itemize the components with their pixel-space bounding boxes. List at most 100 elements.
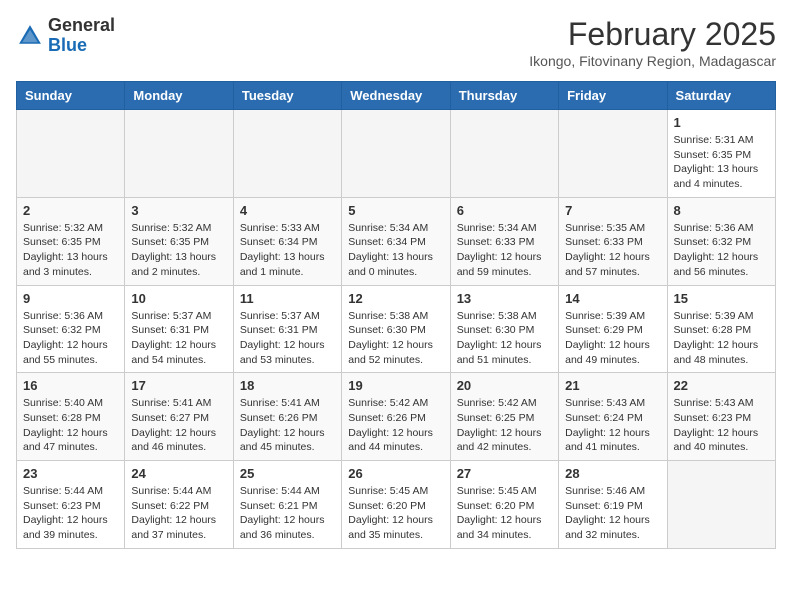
day-number: 19: [348, 378, 443, 393]
day-info: Sunrise: 5:39 AM Sunset: 6:28 PM Dayligh…: [674, 309, 769, 368]
day-number: 4: [240, 203, 335, 218]
day-number: 5: [348, 203, 443, 218]
day-number: 23: [23, 466, 118, 481]
day-info: Sunrise: 5:46 AM Sunset: 6:19 PM Dayligh…: [565, 484, 660, 543]
calendar-table: SundayMondayTuesdayWednesdayThursdayFrid…: [16, 81, 776, 549]
calendar-cell: 23 Sunrise: 5:44 AM Sunset: 6:23 PM Dayli…: [17, 461, 125, 549]
day-info: Sunrise: 5:42 AM Sunset: 6:25 PM Dayligh…: [457, 396, 552, 455]
calendar-cell: 25 Sunrise: 5:44 AM Sunset: 6:21 PM Dayli…: [233, 461, 341, 549]
weekday-header-saturday: Saturday: [667, 82, 775, 110]
calendar-cell: 9 Sunrise: 5:36 AM Sunset: 6:32 PM Daylig…: [17, 285, 125, 373]
day-number: 7: [565, 203, 660, 218]
weekday-header-wednesday: Wednesday: [342, 82, 450, 110]
week-row-1: 1 Sunrise: 5:31 AM Sunset: 6:35 PM Daylig…: [17, 110, 776, 198]
day-number: 11: [240, 291, 335, 306]
day-info: Sunrise: 5:43 AM Sunset: 6:23 PM Dayligh…: [674, 396, 769, 455]
week-row-4: 16 Sunrise: 5:40 AM Sunset: 6:28 PM Dayli…: [17, 373, 776, 461]
day-info: Sunrise: 5:41 AM Sunset: 6:27 PM Dayligh…: [131, 396, 226, 455]
calendar-cell: 18Sunrise: 5:41 AM Sunset: 6:26 PM Dayli…: [233, 373, 341, 461]
calendar-cell: [233, 110, 341, 198]
day-info: Sunrise: 5:38 AM Sunset: 6:30 PM Dayligh…: [348, 309, 443, 368]
day-info: Sunrise: 5:31 AM Sunset: 6:35 PM Dayligh…: [674, 133, 769, 192]
day-info: Sunrise: 5:45 AM Sunset: 6:20 PM Dayligh…: [348, 484, 443, 543]
calendar-cell: 6 Sunrise: 5:34 AM Sunset: 6:33 PM Daylig…: [450, 197, 558, 285]
calendar-cell: 28 Sunrise: 5:46 AM Sunset: 6:19 PM Dayli…: [559, 461, 667, 549]
day-info: Sunrise: 5:45 AM Sunset: 6:20 PM Dayligh…: [457, 484, 552, 543]
day-number: 10: [131, 291, 226, 306]
day-number: 18: [240, 378, 335, 393]
day-number: 3: [131, 203, 226, 218]
week-row-2: 2 Sunrise: 5:32 AM Sunset: 6:35 PM Daylig…: [17, 197, 776, 285]
day-info: Sunrise: 5:39 AM Sunset: 6:29 PM Dayligh…: [565, 309, 660, 368]
calendar-cell: 21 Sunrise: 5:43 AM Sunset: 6:24 PM Dayli…: [559, 373, 667, 461]
day-info: Sunrise: 5:35 AM Sunset: 6:33 PM Dayligh…: [565, 221, 660, 280]
day-info: Sunrise: 5:40 AM Sunset: 6:28 PM Dayligh…: [23, 396, 118, 455]
calendar-cell: 11 Sunrise: 5:37 AM Sunset: 6:31 PM Dayli…: [233, 285, 341, 373]
day-info: Sunrise: 5:37 AM Sunset: 6:31 PM Dayligh…: [240, 309, 335, 368]
calendar-cell: 16 Sunrise: 5:40 AM Sunset: 6:28 PM Dayli…: [17, 373, 125, 461]
day-number: 2: [23, 203, 118, 218]
calendar-cell: [667, 461, 775, 549]
calendar-cell: 20 Sunrise: 5:42 AM Sunset: 6:25 PM Dayli…: [450, 373, 558, 461]
day-number: 9: [23, 291, 118, 306]
page-header: General Blue February 2025 Ikongo, Fitov…: [16, 16, 776, 69]
day-info: Sunrise: 5:43 AM Sunset: 6:24 PM Dayligh…: [565, 396, 660, 455]
day-info: Sunrise: 5:36 AM Sunset: 6:32 PM Dayligh…: [674, 221, 769, 280]
calendar-cell: 8Sunrise: 5:36 AM Sunset: 6:32 PM Daylig…: [667, 197, 775, 285]
day-info: Sunrise: 5:42 AM Sunset: 6:26 PM Dayligh…: [348, 396, 443, 455]
calendar-cell: [17, 110, 125, 198]
day-number: 6: [457, 203, 552, 218]
calendar-cell: 12 Sunrise: 5:38 AM Sunset: 6:30 PM Dayli…: [342, 285, 450, 373]
day-info: Sunrise: 5:36 AM Sunset: 6:32 PM Dayligh…: [23, 309, 118, 368]
calendar-cell: 2Sunrise: 5:32 AM Sunset: 6:35 PM Daylig…: [17, 197, 125, 285]
weekday-header-sunday: Sunday: [17, 82, 125, 110]
calendar-cell: [342, 110, 450, 198]
day-number: 1: [674, 115, 769, 130]
weekday-header-row: SundayMondayTuesdayWednesdayThursdayFrid…: [17, 82, 776, 110]
day-number: 21: [565, 378, 660, 393]
day-info: Sunrise: 5:33 AM Sunset: 6:34 PM Dayligh…: [240, 221, 335, 280]
day-info: Sunrise: 5:44 AM Sunset: 6:21 PM Dayligh…: [240, 484, 335, 543]
location-subtitle: Ikongo, Fitovinany Region, Madagascar: [529, 53, 776, 69]
calendar-cell: 3 Sunrise: 5:32 AM Sunset: 6:35 PM Daylig…: [125, 197, 233, 285]
logo-text: General Blue: [48, 16, 115, 56]
day-number: 16: [23, 378, 118, 393]
day-number: 27: [457, 466, 552, 481]
day-info: Sunrise: 5:34 AM Sunset: 6:33 PM Dayligh…: [457, 221, 552, 280]
day-number: 12: [348, 291, 443, 306]
day-number: 25: [240, 466, 335, 481]
day-number: 14: [565, 291, 660, 306]
calendar-cell: 22 Sunrise: 5:43 AM Sunset: 6:23 PM Dayli…: [667, 373, 775, 461]
day-number: 24: [131, 466, 226, 481]
day-info: Sunrise: 5:44 AM Sunset: 6:23 PM Dayligh…: [23, 484, 118, 543]
calendar-cell: [125, 110, 233, 198]
calendar-cell: 15 Sunrise: 5:39 AM Sunset: 6:28 PM Dayli…: [667, 285, 775, 373]
weekday-header-thursday: Thursday: [450, 82, 558, 110]
day-number: 22: [674, 378, 769, 393]
calendar-cell: [559, 110, 667, 198]
calendar-cell: 4 Sunrise: 5:33 AM Sunset: 6:34 PM Daylig…: [233, 197, 341, 285]
day-number: 28: [565, 466, 660, 481]
calendar-cell: 24 Sunrise: 5:44 AM Sunset: 6:22 PM Dayli…: [125, 461, 233, 549]
title-block: February 2025 Ikongo, Fitovinany Region,…: [529, 16, 776, 69]
calendar-cell: 1 Sunrise: 5:31 AM Sunset: 6:35 PM Daylig…: [667, 110, 775, 198]
calendar-cell: [450, 110, 558, 198]
calendar-cell: 10 Sunrise: 5:37 AM Sunset: 6:31 PM Dayli…: [125, 285, 233, 373]
day-info: Sunrise: 5:38 AM Sunset: 6:30 PM Dayligh…: [457, 309, 552, 368]
calendar-cell: 19 Sunrise: 5:42 AM Sunset: 6:26 PM Dayli…: [342, 373, 450, 461]
calendar-cell: 17 Sunrise: 5:41 AM Sunset: 6:27 PM Dayli…: [125, 373, 233, 461]
month-title: February 2025: [529, 16, 776, 53]
day-info: Sunrise: 5:44 AM Sunset: 6:22 PM Dayligh…: [131, 484, 226, 543]
day-number: 20: [457, 378, 552, 393]
week-row-3: 9 Sunrise: 5:36 AM Sunset: 6:32 PM Daylig…: [17, 285, 776, 373]
day-info: Sunrise: 5:34 AM Sunset: 6:34 PM Dayligh…: [348, 221, 443, 280]
day-number: 17: [131, 378, 226, 393]
day-number: 26: [348, 466, 443, 481]
weekday-header-friday: Friday: [559, 82, 667, 110]
calendar-cell: 27 Sunrise: 5:45 AM Sunset: 6:20 PM Dayli…: [450, 461, 558, 549]
logo-icon: [16, 22, 44, 50]
weekday-header-tuesday: Tuesday: [233, 82, 341, 110]
day-info: Sunrise: 5:32 AM Sunset: 6:35 PM Dayligh…: [131, 221, 226, 280]
day-number: 15: [674, 291, 769, 306]
day-info: Sunrise: 5:37 AM Sunset: 6:31 PM Dayligh…: [131, 309, 226, 368]
